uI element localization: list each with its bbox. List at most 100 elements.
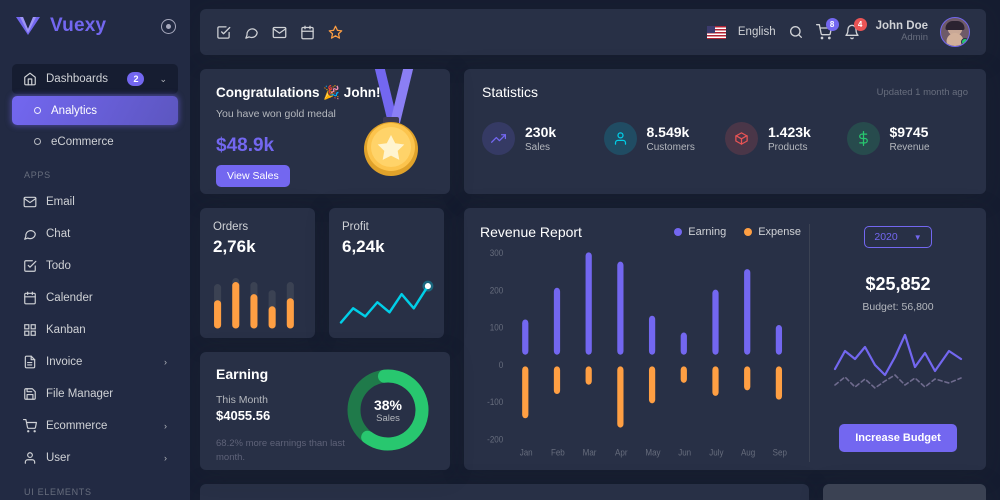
stat-value: 230k	[525, 124, 557, 140]
brand[interactable]: Vuexy	[0, 0, 190, 52]
home-icon	[23, 72, 37, 86]
svg-text:Aug: Aug	[741, 447, 755, 458]
svg-text:Apr: Apr	[615, 447, 628, 458]
sidebar-item-calender[interactable]: Calender	[12, 283, 178, 313]
user-icon	[603, 122, 637, 155]
top-navbar: English 8 4 John Doe Admin	[200, 9, 986, 55]
stat-label: Revenue	[889, 142, 930, 153]
notifications-button[interactable]: 4	[844, 18, 867, 40]
bottom-table-card	[200, 484, 809, 500]
congratulations-card: Congratulations 🎉 John! You have won gol…	[200, 69, 450, 194]
svg-text:Mar: Mar	[583, 447, 597, 458]
earning-percent: 38%	[373, 396, 403, 413]
sidebar-item-label: Calender	[46, 292, 93, 304]
language-label[interactable]: English	[738, 26, 776, 38]
sidebar-item-label: Invoice	[46, 356, 83, 368]
chevron-right-icon: ›	[164, 421, 167, 431]
earning-donut-label: 38% Sales	[342, 364, 434, 456]
sidebar-item-dashboards[interactable]: Dashboards 2 ⌄	[12, 64, 178, 94]
sidebar-item-user[interactable]: User ›	[12, 443, 178, 473]
sidebar-item-label: File Manager	[46, 388, 114, 400]
circle-icon	[34, 107, 41, 114]
user-role: Admin	[901, 32, 928, 44]
chevron-right-icon: ›	[164, 453, 167, 463]
earning-donut-sublabel: Sales	[376, 412, 400, 424]
sidebar-item-email[interactable]: Email	[12, 187, 178, 217]
avatar[interactable]	[940, 17, 970, 47]
target-icon[interactable]	[161, 18, 176, 34]
view-sales-button[interactable]: View Sales	[216, 165, 290, 187]
dashboards-badge: 2	[127, 72, 145, 86]
sidebar-item-invoice[interactable]: Invoice ›	[12, 347, 178, 377]
budget-total: $25,852	[865, 274, 931, 294]
svg-text:Feb: Feb	[551, 447, 565, 458]
sidebar-item-todo[interactable]: Todo	[12, 251, 178, 281]
profit-value: 6,24k	[342, 237, 385, 256]
orders-title: Orders	[213, 221, 249, 233]
sidebar: Vuexy Dashboards 2 ⌄ Analytics eCommerce…	[0, 0, 190, 500]
revenue-header: Revenue Report Earning Expense	[480, 224, 801, 240]
stat-products: 1.423k Products	[725, 122, 847, 155]
sidebar-item-label: User	[46, 452, 71, 464]
search-button[interactable]	[788, 24, 804, 40]
orders-value: 2,76k	[213, 237, 256, 256]
cart-button[interactable]: 8	[815, 18, 839, 40]
sidebar-item-chat[interactable]: Chat	[12, 219, 178, 249]
stat-customers: 8.549k Customers	[603, 122, 726, 155]
svg-text:Sep: Sep	[773, 447, 787, 458]
sidebar-item-label: Dashboards	[46, 73, 109, 85]
orders-card: Orders 2,76k	[200, 208, 315, 338]
legend-dot-earning	[674, 228, 683, 236]
message-icon[interactable]	[244, 25, 259, 40]
svg-text:100: 100	[490, 322, 503, 333]
trending-up-icon	[482, 122, 515, 155]
sidebar-item-label: Analytics	[51, 104, 98, 117]
year-select[interactable]: 2020 ▼	[864, 226, 932, 248]
sidebar-item-kanban[interactable]: Kanban	[12, 315, 178, 345]
stat-sales: 230k Sales	[482, 122, 604, 155]
statistics-card: Statistics Updated 1 month ago 230k Sale…	[464, 69, 986, 194]
us-flag-icon[interactable]	[706, 25, 726, 39]
navbar-right: English 8 4 John Doe Admin	[706, 17, 970, 47]
statistics-updated: Updated 1 month ago	[876, 86, 968, 98]
chevron-down-icon: ▼	[913, 232, 922, 242]
message-icon	[23, 227, 37, 241]
stat-value: $9745	[889, 124, 929, 140]
circle-icon	[34, 138, 41, 145]
svg-text:300: 300	[490, 247, 503, 258]
check-square-icon[interactable]	[216, 25, 231, 40]
mail-icon	[23, 195, 37, 209]
sidebar-item-analytics[interactable]: Analytics	[12, 96, 178, 125]
statistics-list: 230k Sales 8.549k Customers 1.423k Produ…	[482, 122, 968, 155]
sidebar-item-label: Email	[46, 196, 75, 208]
budget-subtext: Budget: 56,800	[862, 301, 934, 313]
svg-text:Jan: Jan	[520, 447, 533, 458]
main-content: English 8 4 John Doe Admin Congratulatio…	[190, 0, 1000, 500]
row-top: Congratulations 🎉 John! You have won gol…	[200, 69, 986, 194]
increase-budget-button[interactable]: Increase Budget	[839, 424, 957, 452]
mail-icon[interactable]	[272, 25, 287, 40]
svg-text:-100: -100	[487, 397, 503, 408]
statistics-header: Statistics Updated 1 month ago	[482, 84, 968, 100]
sidebar-item-file-manager[interactable]: File Manager	[12, 379, 178, 409]
revenue-chart-panel: Revenue Report Earning Expense 300 200 1…	[480, 224, 801, 462]
budget-panel: 2020 ▼ $25,852 Budget: 56,800 Increase B…	[809, 224, 972, 462]
bottom-side-card	[823, 484, 986, 500]
revenue-report-card: Revenue Report Earning Expense 300 200 1…	[464, 208, 986, 470]
shopping-cart-icon	[23, 419, 38, 433]
star-icon[interactable]	[328, 25, 343, 40]
chevron-right-icon: ›	[164, 357, 167, 367]
user-info[interactable]: John Doe Admin	[876, 20, 928, 44]
sidebar-item-ecommerce-dash[interactable]: eCommerce	[12, 127, 178, 156]
online-status-dot	[961, 38, 969, 46]
chevron-down-icon: ⌄	[159, 73, 167, 84]
legend-earning: Earning	[674, 226, 726, 238]
sidebar-item-label: Todo	[46, 260, 71, 272]
sidebar-item-label: Ecommerce	[46, 420, 108, 432]
sidebar-item-ecommerce[interactable]: Ecommerce ›	[12, 411, 178, 441]
sidebar-section-ui-elements: UI ELEMENTS	[24, 487, 92, 497]
orders-bar-chart	[210, 278, 307, 329]
profit-title: Profit	[342, 221, 369, 233]
sidebar-item-label: Chat	[46, 228, 71, 240]
calendar-icon[interactable]	[300, 25, 315, 40]
